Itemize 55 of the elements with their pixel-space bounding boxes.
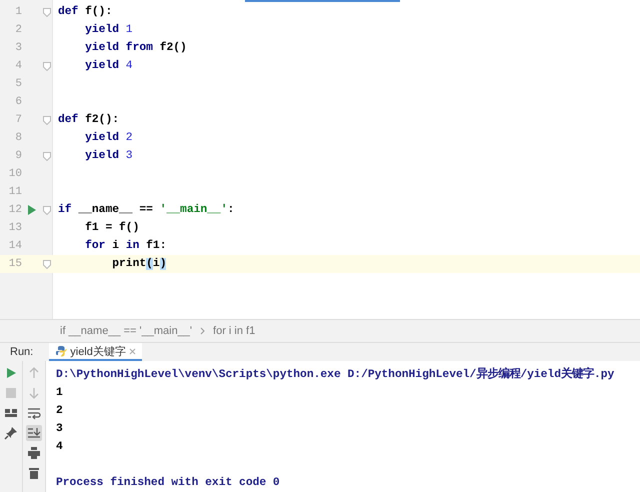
- breadcrumb[interactable]: for i in f1: [213, 325, 256, 338]
- console-line: 4: [56, 440, 64, 455]
- console-line: D:\PythonHighLevel\venv\Scripts\python.exe D:/PythonHighLevel/异步编程/yield关键字.py: [56, 366, 616, 383]
- run-icon[interactable]: [4, 366, 18, 380]
- line-number: 3: [14, 42, 22, 54]
- run-tab[interactable]: yield关键字: [49, 343, 142, 361]
- line-number: 13: [8, 222, 22, 234]
- line-number: 2: [14, 24, 22, 36]
- python-file-icon: [55, 345, 68, 357]
- run-label: Run:: [10, 346, 34, 358]
- code-line: yield 4: [84, 60, 133, 72]
- code-line: for i in f1:: [84, 240, 166, 252]
- fold-icon[interactable]: [43, 116, 51, 124]
- line-number: 15: [8, 258, 22, 270]
- code-line: print(i): [111, 258, 166, 270]
- fold-icon[interactable]: [43, 206, 51, 214]
- line-number: 14: [8, 240, 22, 252]
- breadcrumb[interactable]: if __name__ == '__main__': [60, 325, 192, 338]
- run-icon[interactable]: [28, 205, 36, 215]
- down-arrow-icon[interactable]: [27, 386, 41, 400]
- code-line: f1 = f(): [84, 222, 140, 234]
- pin-icon[interactable]: [4, 426, 18, 440]
- layout-icon[interactable]: [4, 406, 18, 420]
- chevron-icon: [200, 327, 206, 336]
- line-number: 12: [8, 204, 22, 216]
- code-line: yield from f2(): [84, 42, 187, 54]
- console-line: 2: [56, 404, 64, 419]
- line-number: 9: [14, 150, 22, 162]
- line-number: 7: [14, 114, 22, 126]
- print-icon[interactable]: [27, 446, 41, 460]
- code-line: def f():: [58, 6, 112, 18]
- fold-icon[interactable]: [43, 62, 51, 70]
- up-arrow-icon[interactable]: [27, 366, 41, 380]
- code-line: yield 3: [84, 150, 133, 162]
- stop-icon[interactable]: [4, 386, 18, 400]
- code-line: yield 2: [84, 132, 133, 144]
- line-number: 11: [8, 186, 22, 198]
- line-number: 8: [14, 132, 22, 144]
- line-number: 10: [8, 168, 22, 180]
- console-line: 1: [56, 386, 64, 401]
- soft-wrap-icon[interactable]: [27, 406, 41, 420]
- fold-icon[interactable]: [43, 8, 51, 16]
- console-line: Process finished with exit code 0: [56, 476, 281, 491]
- fold-icon[interactable]: [43, 152, 51, 160]
- line-number: 6: [14, 96, 22, 108]
- line-number: 5: [14, 78, 22, 90]
- line-number: 4: [14, 60, 22, 72]
- code-line: if __name__ == '__main__':: [58, 204, 234, 216]
- trash-icon[interactable]: [27, 466, 41, 480]
- console-line: 3: [56, 422, 64, 437]
- fold-icon[interactable]: [43, 260, 51, 268]
- close-icon[interactable]: [128, 348, 136, 354]
- code-line: yield 1: [84, 24, 133, 36]
- code-line: def f2():: [58, 114, 120, 126]
- line-number: 1: [14, 6, 22, 18]
